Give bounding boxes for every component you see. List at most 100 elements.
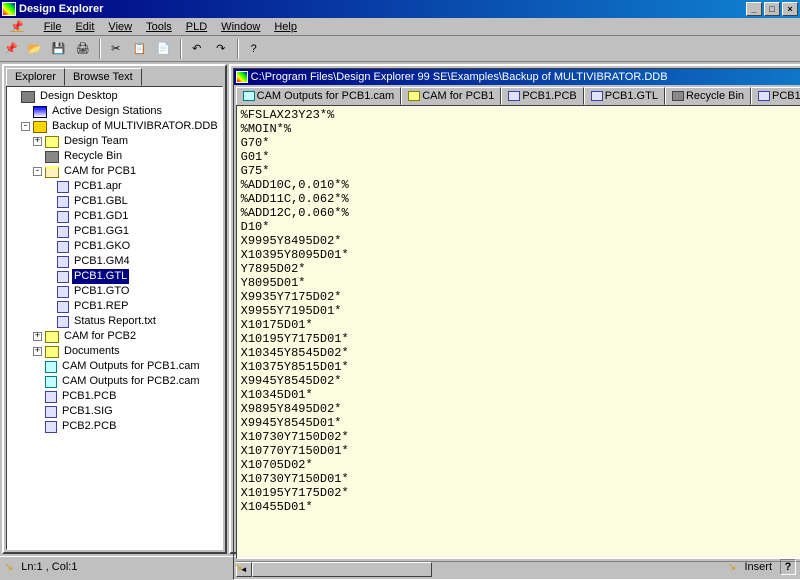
editor-line[interactable]: X10375Y8515D01* xyxy=(241,360,800,374)
menu-help[interactable]: Help xyxy=(268,19,303,35)
editor-line[interactable]: X10770Y7150D01* xyxy=(241,444,800,458)
tree-node[interactable]: - Backup of MULTIVIBRATOR.DDB xyxy=(9,119,220,134)
editor-line[interactable]: X10345D01* xyxy=(241,388,800,402)
tree-label[interactable]: CAM Outputs for PCB1.cam xyxy=(60,359,202,374)
tree-label[interactable]: PCB1.GM4 xyxy=(72,254,132,269)
editor-line[interactable]: G75* xyxy=(241,164,800,178)
editor-line[interactable]: X9955Y7195D01* xyxy=(241,304,800,318)
tree-toggle[interactable]: + xyxy=(33,137,42,146)
tree-node[interactable]: PCB1.GKO xyxy=(9,239,220,254)
editor-line[interactable]: D10* xyxy=(241,220,800,234)
tree-label[interactable]: CAM Outputs for PCB2.cam xyxy=(60,374,202,389)
editor-content[interactable]: %FSLAX23Y23*%%MOIN*%G70*G01*G75*%ADD10C,… xyxy=(241,108,800,514)
help-grip-icon[interactable]: ? xyxy=(780,559,796,575)
tree-node[interactable]: PCB1.GBL xyxy=(9,194,220,209)
editor-line[interactable]: X9995Y8495D02* xyxy=(241,234,800,248)
tree-node[interactable]: CAM Outputs for PCB1.cam xyxy=(9,359,220,374)
minimize-button[interactable]: _ xyxy=(746,2,762,16)
horizontal-scrollbar[interactable]: ◄ ► xyxy=(236,561,800,577)
tree-label[interactable]: Backup of MULTIVIBRATOR.DDB xyxy=(50,119,220,134)
document-tab[interactable]: Recycle Bin xyxy=(665,87,751,105)
tree-node[interactable]: PCB1.GD1 xyxy=(9,209,220,224)
tree-label[interactable]: PCB1.GTL xyxy=(72,269,129,284)
editor-line[interactable]: X10175D01* xyxy=(241,318,800,332)
cut-button[interactable]: ✂ xyxy=(105,38,127,60)
tree-node[interactable]: PCB1.REP xyxy=(9,299,220,314)
tree-toggle[interactable]: + xyxy=(33,332,42,341)
tree-label[interactable]: PCB1.GD1 xyxy=(72,209,130,224)
editor-line[interactable]: %FSLAX23Y23*% xyxy=(241,108,800,122)
tree-node[interactable]: PCB1.GG1 xyxy=(9,224,220,239)
hscroll-thumb[interactable] xyxy=(252,562,432,577)
tree-node[interactable]: + Design Team xyxy=(9,134,220,149)
redo-button[interactable]: ↷ xyxy=(210,38,232,60)
tree-label[interactable]: PCB1.PCB xyxy=(60,389,118,404)
tree-node[interactable]: + CAM for PCB2 xyxy=(9,329,220,344)
menu-view[interactable]: View xyxy=(102,19,138,35)
tree-node[interactable]: Design Desktop xyxy=(9,89,220,104)
copy-button[interactable]: 📋 xyxy=(129,38,151,60)
tree-toggle[interactable]: - xyxy=(33,167,42,176)
tree-label[interactable]: Design Team xyxy=(62,134,130,149)
tree-node[interactable]: - CAM for PCB1 xyxy=(9,164,220,179)
editor-line[interactable]: X10730Y7150D01* xyxy=(241,472,800,486)
tree-label[interactable]: PCB1.SIG xyxy=(60,404,115,419)
menu-edit[interactable]: Edit xyxy=(69,19,100,35)
menu-window[interactable]: Window xyxy=(215,19,266,35)
undo-button[interactable]: ↶ xyxy=(186,38,208,60)
tree-node[interactable]: PCB1.GTO xyxy=(9,284,220,299)
editor-line[interactable]: X10730Y7150D02* xyxy=(241,430,800,444)
tree-node[interactable]: PCB1.GTL xyxy=(9,269,220,284)
editor-line[interactable]: G70* xyxy=(241,136,800,150)
maximize-button[interactable]: □ xyxy=(764,2,780,16)
document-tab[interactable]: CAM for PCB1 xyxy=(401,87,501,105)
editor-line[interactable]: X10395Y8095D01* xyxy=(241,248,800,262)
editor-line[interactable]: X10455D01* xyxy=(241,500,800,514)
editor-line[interactable]: Y8095D01* xyxy=(241,276,800,290)
tree-label[interactable]: Design Desktop xyxy=(38,89,120,104)
tab-browse-text[interactable]: Browse Text xyxy=(64,68,142,86)
print-button[interactable]: 🖨 xyxy=(72,38,94,60)
editor-line[interactable]: Y7895D02* xyxy=(241,262,800,276)
tree-node[interactable]: + Documents xyxy=(9,344,220,359)
tree-label[interactable]: Documents xyxy=(62,344,122,359)
tree-label[interactable]: CAM for PCB1 xyxy=(62,164,138,179)
document-tab[interactable]: PCB1.PCB xyxy=(501,87,583,105)
editor-line[interactable]: %MOIN*% xyxy=(241,122,800,136)
tree-label[interactable]: PCB1.GTO xyxy=(72,284,131,299)
tree-label[interactable]: PCB1.apr xyxy=(72,179,124,194)
tree-label[interactable]: Status Report.txt xyxy=(72,314,158,329)
close-button[interactable]: × xyxy=(782,2,798,16)
editor-line[interactable]: %ADD10C,0.010*% xyxy=(241,178,800,192)
editor-line[interactable]: %ADD12C,0.060*% xyxy=(241,206,800,220)
open-button[interactable]: 📂 xyxy=(24,38,46,60)
editor-line[interactable]: X9895Y8495D02* xyxy=(241,402,800,416)
tree-node[interactable]: PCB2.PCB xyxy=(9,419,220,434)
paste-button[interactable]: 📄 xyxy=(153,38,175,60)
tree-node[interactable]: Status Report.txt xyxy=(9,314,220,329)
help-button[interactable]: ? xyxy=(243,38,265,60)
tree-node[interactable]: CAM Outputs for PCB2.cam xyxy=(9,374,220,389)
tree-label[interactable]: PCB1.GBL xyxy=(72,194,130,209)
tree-toggle[interactable]: + xyxy=(33,347,42,356)
tree-node[interactable]: Active Design Stations xyxy=(9,104,220,119)
editor-line[interactable]: %ADD11C,0.062*% xyxy=(241,192,800,206)
pin-icon[interactable]: 📌 xyxy=(4,18,30,35)
tree-node[interactable]: PCB1.PCB xyxy=(9,389,220,404)
tree-toggle[interactable]: - xyxy=(21,122,30,131)
editor-line[interactable]: X10195Y7175D01* xyxy=(241,332,800,346)
tree-label[interactable]: CAM for PCB2 xyxy=(62,329,138,344)
tree-node[interactable]: PCB1.SIG xyxy=(9,404,220,419)
editor-line[interactable]: X10195Y7175D02* xyxy=(241,486,800,500)
menu-pld[interactable]: PLD xyxy=(180,19,213,35)
menu-tools[interactable]: Tools xyxy=(140,19,178,35)
tree-label[interactable]: PCB1.REP xyxy=(72,299,130,314)
editor-line[interactable]: X10345Y8545D02* xyxy=(241,346,800,360)
toolbar-pin-icon[interactable]: 📌 xyxy=(4,42,18,55)
tree-label[interactable]: PCB1.GKO xyxy=(72,239,132,254)
tree-node[interactable]: PCB1.apr xyxy=(9,179,220,194)
tree-label[interactable]: PCB1.GG1 xyxy=(72,224,131,239)
save-button[interactable]: 💾 xyxy=(48,38,70,60)
editor-line[interactable]: X10705D02* xyxy=(241,458,800,472)
tree-label[interactable]: Recycle Bin xyxy=(62,149,124,164)
